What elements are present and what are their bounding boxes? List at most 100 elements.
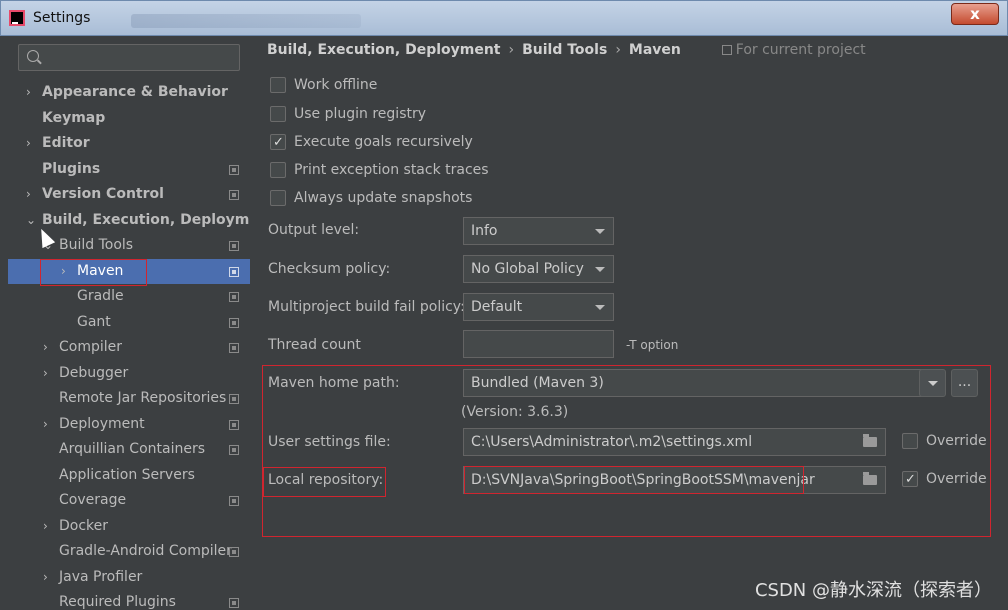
- folder-icon[interactable]: [863, 472, 877, 485]
- folder-icon[interactable]: [863, 434, 877, 447]
- search-input[interactable]: [18, 44, 240, 71]
- chevron-down-icon: [595, 305, 605, 310]
- tree-item-keymap[interactable]: Keymap: [8, 106, 250, 132]
- maven-home-value: Bundled (Maven 3): [471, 375, 604, 391]
- checkbox-label: Work offline: [294, 77, 378, 93]
- user-settings-label: User settings file:: [268, 434, 391, 450]
- tree-item-gradle-android-compiler[interactable]: Gradle-Android Compiler: [8, 539, 250, 565]
- maven-home-select[interactable]: Bundled (Maven 3): [463, 369, 943, 397]
- search-icon: [27, 50, 39, 62]
- chevron-right-icon[interactable]: ›: [43, 565, 55, 591]
- tree-item-compiler[interactable]: › Compiler: [8, 335, 250, 361]
- project-scope-icon: [229, 164, 239, 175]
- tree-item-plugins[interactable]: Plugins: [8, 157, 250, 183]
- checkbox-label: Print exception stack traces: [294, 162, 489, 178]
- breadcrumb-item: Maven: [628, 42, 681, 58]
- checkbox-box[interactable]: [270, 77, 286, 93]
- project-scope-label: For current project: [735, 42, 866, 58]
- chevron-right-icon[interactable]: ›: [43, 361, 55, 387]
- tree-item-deployment[interactable]: › Deployment: [8, 412, 250, 438]
- tree-item-docker[interactable]: › Docker: [8, 514, 250, 540]
- watermark-text: CSDN @静水深流（探索者）: [754, 580, 992, 601]
- breadcrumb-item: Build, Execution, Deployment: [267, 42, 501, 58]
- tree-item-required-plugins[interactable]: Required Plugins: [8, 590, 250, 610]
- checkbox-box[interactable]: [270, 190, 286, 206]
- tree-item-version-control[interactable]: › Version Control: [8, 182, 250, 208]
- chevron-right-icon[interactable]: ›: [43, 335, 55, 361]
- window-title: Settings: [33, 10, 91, 26]
- tree-item-maven[interactable]: › Maven: [8, 258, 250, 286]
- thread-count-hint: -T option: [626, 338, 679, 352]
- checkbox-label: Execute goals recursively: [294, 134, 473, 150]
- checkbox-box[interactable]: [270, 106, 286, 122]
- tree-item-label: Appearance & Behavior: [42, 84, 228, 100]
- user-settings-value: C:\Users\Administrator\.m2\settings.xml: [471, 434, 753, 450]
- output-level-label: Output level:: [268, 222, 360, 238]
- project-scope-icon: [229, 598, 239, 608]
- chevron-down-icon: [595, 267, 605, 272]
- project-scope-icon: [229, 241, 239, 251]
- chevron-right-icon[interactable]: ›: [26, 80, 38, 106]
- tree-item-label: Plugins: [42, 160, 101, 177]
- maven-home-dropdown-button[interactable]: [919, 369, 946, 397]
- local-repository-label: Local repository:: [268, 472, 384, 488]
- breadcrumb-separator: ›: [615, 42, 621, 58]
- tree-item-label: Deployment: [59, 415, 145, 432]
- tree-item-label: Remote Jar Repositories: [59, 390, 227, 406]
- tree-item-java-profiler[interactable]: › Java Profiler: [8, 565, 250, 591]
- close-button[interactable]: x: [951, 3, 999, 25]
- checkbox-label: Use plugin registry: [294, 106, 427, 122]
- chevron-right-icon[interactable]: ›: [43, 412, 55, 438]
- tree-item-gant[interactable]: Gant: [8, 310, 250, 336]
- checkbox-box[interactable]: [902, 433, 918, 449]
- project-scope-icon: [229, 343, 239, 353]
- thread-count-input[interactable]: [463, 330, 614, 358]
- tree-item-appearance-behavior[interactable]: › Appearance & Behavior: [8, 80, 250, 106]
- maven-home-browse-button[interactable]: ...: [951, 369, 978, 397]
- chevron-right-icon[interactable]: ›: [26, 131, 38, 157]
- thread-count-label: Thread count: [268, 337, 361, 353]
- tree-item-label: Gant: [77, 313, 111, 330]
- tree-item-coverage[interactable]: Coverage: [8, 488, 250, 514]
- background-window-ghost: [131, 14, 361, 28]
- project-scope-icon: [229, 292, 239, 302]
- tree-item-label: Application Servers: [59, 466, 195, 483]
- checksum-policy-label: Checksum policy:: [268, 261, 391, 277]
- highlight-box-maven: [40, 258, 147, 286]
- tree-item-label: Build, Execution, Deployment: [42, 211, 250, 228]
- settings-tree: › Appearance & Behavior Keymap › Editor Plugi…: [8, 80, 250, 610]
- checksum-policy-select[interactable]: No Global Policy: [463, 255, 614, 283]
- fail-policy-label: Multiproject build fail policy:: [268, 299, 465, 315]
- chevron-right-icon[interactable]: ›: [26, 182, 38, 208]
- chevron-down-icon[interactable]: ⌄: [26, 208, 38, 234]
- output-level-select[interactable]: Info: [463, 217, 614, 245]
- checkbox-label: Override: [926, 433, 987, 449]
- tree-item-remote-jar-repositories[interactable]: Remote Jar Repositories: [8, 386, 250, 412]
- maven-home-label: Maven home path:: [268, 375, 400, 391]
- chevron-down-icon: [928, 381, 938, 386]
- intellij-logo-icon: [9, 10, 25, 26]
- breadcrumb-separator: ›: [508, 42, 515, 58]
- highlight-box-local-repo-path: [464, 466, 804, 494]
- project-scope-icon: [229, 190, 239, 200]
- tree-item-debugger[interactable]: › Debugger: [8, 361, 250, 387]
- checkbox-box[interactable]: [270, 132, 286, 154]
- tree-item-arquillian-containers[interactable]: Arquillian Containers: [8, 437, 250, 463]
- checkbox-box[interactable]: [270, 162, 286, 178]
- project-scope-icon: [229, 547, 239, 557]
- maven-settings-panel: Build, Execution, Deployment › Build Tools…: [250, 36, 1008, 610]
- user-settings-input[interactable]: C:\Users\Administrator\.m2\settings.xml: [463, 428, 886, 456]
- project-scope-icon: [229, 317, 239, 328]
- tree-item-application-servers[interactable]: Application Servers: [8, 463, 250, 489]
- checkbox-box[interactable]: [902, 469, 918, 491]
- tree-item-label: Coverage: [59, 492, 127, 508]
- project-scope-icon: [229, 445, 239, 455]
- tree-item-gradle[interactable]: Gradle: [8, 284, 250, 310]
- fail-policy-select[interactable]: Default: [463, 293, 614, 321]
- output-level-value: Info: [471, 223, 498, 239]
- project-scope-icon: [229, 394, 239, 404]
- tree-item-editor[interactable]: › Editor: [8, 131, 250, 157]
- breadcrumb-item: Build Tools: [522, 42, 608, 58]
- chevron-right-icon[interactable]: ›: [43, 514, 55, 540]
- project-scope-icon: [229, 266, 239, 277]
